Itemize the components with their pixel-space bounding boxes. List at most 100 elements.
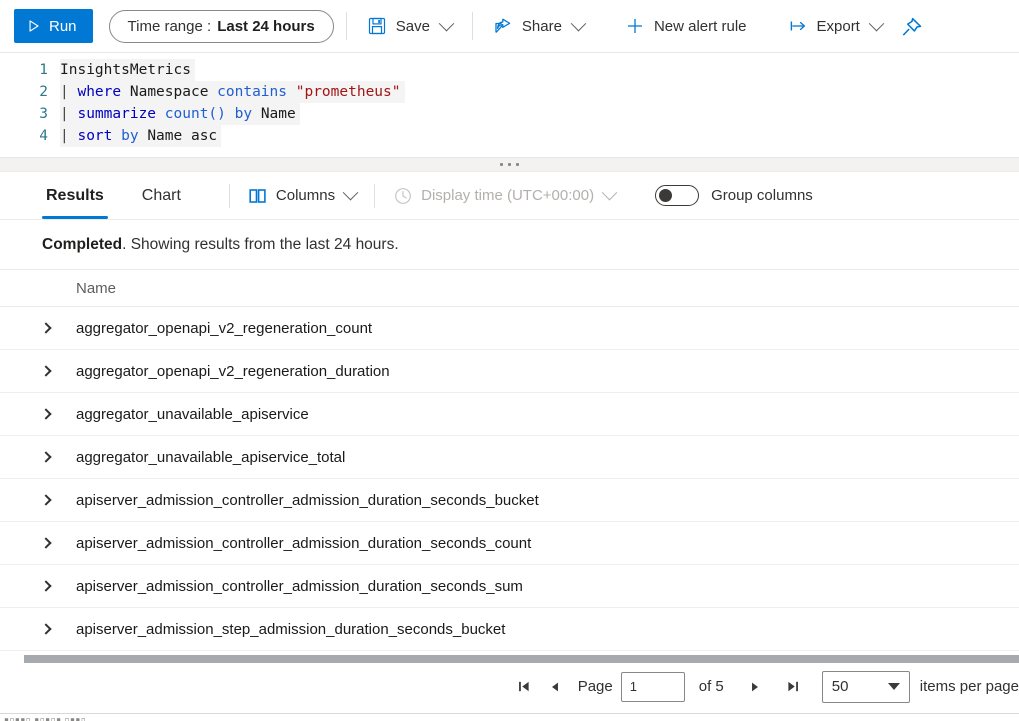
code-text: | sort by Name asc (60, 125, 222, 147)
drag-handle-icon (500, 163, 519, 166)
chevron-right-icon[interactable] (40, 408, 76, 420)
time-range-label: Time range : (127, 17, 212, 35)
cell-name: apiserver_admission_controller_admission… (76, 491, 539, 509)
code-token: sort (77, 128, 113, 144)
code-token: InsightsMetrics (60, 62, 191, 78)
pagination-bar: Page of 5 50 items per page (0, 663, 1019, 709)
save-button[interactable]: Save (359, 9, 460, 43)
query-editor-lines: 1 InsightsMetrics 2 | where Namespace conta… (0, 59, 1019, 147)
chevron-down-icon (570, 15, 587, 31)
chevron-right-icon[interactable] (40, 322, 76, 334)
tab-results-label: Results (46, 186, 104, 204)
table-row[interactable]: apiserver_admission_controller_admission… (0, 479, 1019, 522)
status-state: Completed (42, 236, 123, 253)
code-text: | where Namespace contains "prometheus" (60, 81, 405, 103)
columns-button-label: Columns (275, 187, 336, 204)
columns-button[interactable]: Columns (244, 179, 360, 213)
clock-icon (393, 186, 413, 206)
code-token: | (60, 106, 78, 122)
column-header-name: Name (76, 279, 117, 297)
chevron-right-icon[interactable] (40, 580, 76, 592)
display-time-button: Display time (UTC+00:00) (389, 179, 619, 213)
code-token: where (77, 84, 122, 100)
share-button[interactable]: Share (485, 9, 592, 43)
divider (471, 12, 473, 40)
chevron-right-icon[interactable] (40, 623, 76, 635)
export-button-label: Export (816, 17, 860, 35)
table-row[interactable]: apiserver_admission_controller_admission… (0, 522, 1019, 565)
page-size-select[interactable]: 50 (821, 670, 910, 703)
results-grid: Name aggregator_openapi_v2_regeneration_… (0, 269, 1019, 651)
grid-header-row: Name (0, 269, 1019, 307)
results-toolbar: Results Chart Columns Display time (UTC+… (0, 172, 1019, 220)
last-page-icon (788, 681, 799, 692)
next-page-button[interactable] (740, 672, 770, 702)
group-columns-toggle[interactable] (655, 185, 700, 206)
last-page-button[interactable] (778, 672, 808, 702)
run-button-label: Run (49, 17, 77, 35)
chevron-right-icon[interactable] (40, 494, 76, 506)
save-floppy-icon (367, 16, 387, 36)
tab-results[interactable]: Results (42, 173, 108, 219)
code-token: contains (217, 84, 287, 100)
next-page-icon (751, 682, 758, 691)
chevron-down-icon (868, 15, 885, 31)
tab-chart[interactable]: Chart (138, 173, 185, 219)
line-number: 4 (39, 128, 48, 144)
prev-page-icon (551, 682, 558, 691)
page-label: Page (577, 678, 613, 695)
chevron-right-icon[interactable] (40, 451, 76, 463)
toggle-knob (659, 189, 673, 202)
chevron-down-icon (601, 184, 618, 201)
clipped-footer-text: ▮▯▮▮▯ ▮▯▮▯▮ ▯▮▮▯ (4, 716, 87, 721)
run-button[interactable]: Run (14, 9, 93, 43)
panel-splitter[interactable] (0, 158, 1019, 172)
first-page-button[interactable] (510, 672, 540, 702)
cell-name: aggregator_openapi_v2_regeneration_count (76, 319, 373, 337)
pin-button[interactable] (892, 9, 922, 43)
time-range-picker[interactable]: Time range : Last 24 hours (108, 9, 334, 43)
tab-chart-label: Chart (141, 186, 181, 204)
code-token: | (60, 84, 78, 100)
cell-name: aggregator_unavailable_apiservice_total (76, 448, 346, 466)
export-button[interactable]: Export (780, 9, 890, 43)
share-button-label: Share (521, 17, 562, 35)
query-editor[interactable]: 1 InsightsMetrics 2 | where Namespace conta… (0, 53, 1019, 158)
new-alert-rule-button[interactable]: New alert rule (617, 9, 755, 43)
line-number: 1 (39, 62, 48, 78)
grid-body: aggregator_openapi_v2_regeneration_count… (0, 307, 1019, 651)
code-line: 2 | where Namespace contains "prometheus" (0, 81, 1019, 103)
table-row[interactable]: aggregator_openapi_v2_regeneration_durat… (0, 350, 1019, 393)
clipped-footer-strip: ▮▯▮▮▯ ▮▯▮▯▮ ▯▮▮▯ (0, 713, 1019, 721)
chevron-right-icon[interactable] (40, 365, 76, 377)
code-token: Name asc (138, 128, 218, 144)
share-icon (493, 16, 513, 36)
table-row[interactable]: apiserver_admission_controller_admission… (0, 565, 1019, 608)
query-status: Completed. Showing results from the last… (0, 220, 1019, 269)
code-token: summarize (77, 106, 157, 122)
prev-page-button[interactable] (540, 672, 570, 702)
plus-icon (625, 16, 645, 36)
items-per-page-label: items per page (919, 678, 1019, 695)
cell-name: apiserver_admission_step_admission_durat… (76, 620, 506, 638)
chevron-down-icon (887, 683, 900, 690)
code-token: Namespace (121, 84, 218, 100)
first-page-icon (519, 681, 529, 692)
table-row[interactable]: apiserver_admission_step_admission_durat… (0, 608, 1019, 651)
table-row[interactable]: aggregator_openapi_v2_regeneration_count (0, 307, 1019, 350)
status-message: . Showing results from the last 24 hours… (122, 236, 399, 253)
code-token: count() (164, 106, 226, 122)
chevron-right-icon[interactable] (40, 537, 76, 549)
columns-icon (248, 186, 268, 206)
code-line: 1 InsightsMetrics (0, 59, 1019, 81)
page-number-input[interactable] (620, 671, 685, 702)
time-range-value: Last 24 hours (217, 17, 315, 35)
table-row[interactable]: aggregator_unavailable_apiservice (0, 393, 1019, 436)
page-size-value: 50 (831, 678, 849, 695)
table-row[interactable]: aggregator_unavailable_apiservice_total (0, 436, 1019, 479)
display-time-label: Display time (UTC+00:00) (421, 187, 595, 204)
divider (228, 183, 230, 208)
code-line: 4 | sort by Name asc (0, 125, 1019, 147)
cell-name: aggregator_openapi_v2_regeneration_durat… (76, 362, 390, 380)
